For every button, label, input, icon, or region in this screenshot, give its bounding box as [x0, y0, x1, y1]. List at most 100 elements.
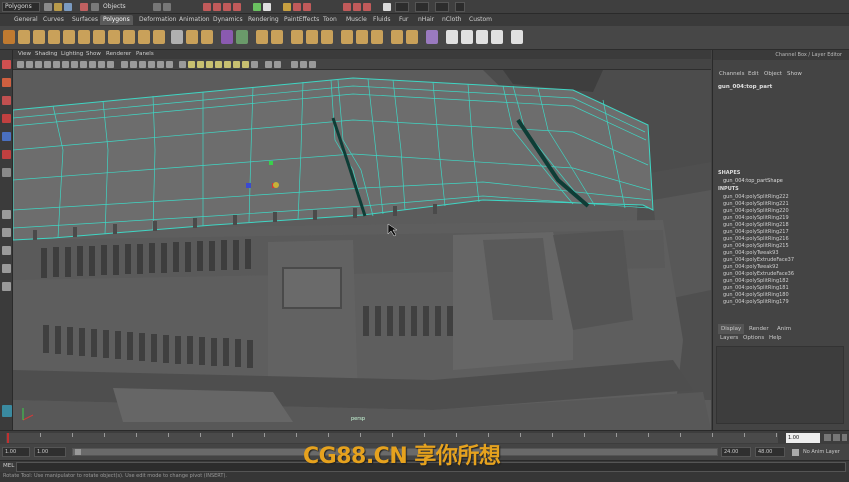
uv-checker-icon[interactable] [446, 30, 458, 44]
motion-blur-icon[interactable] [224, 61, 231, 68]
paint-select-tool-icon[interactable] [2, 96, 11, 105]
hypershade-icon[interactable] [283, 3, 291, 11]
render-view-icon[interactable] [263, 3, 271, 11]
safe-title-icon[interactable] [107, 61, 114, 68]
bevel-icon[interactable] [356, 30, 368, 44]
render-icon[interactable] [213, 3, 221, 11]
snap-grid-icon[interactable] [153, 3, 161, 11]
tab-muscle[interactable]: Muscle [343, 15, 370, 25]
split-polygon-icon[interactable] [306, 30, 318, 44]
show-hide-attribute-editor-icon[interactable] [383, 3, 391, 11]
insert-edge-loop-icon[interactable] [321, 30, 333, 44]
tab-ncloth[interactable]: nCloth [439, 15, 465, 25]
select-camera-icon[interactable] [17, 61, 24, 68]
input-node[interactable]: gun_004:polySplitRing219 [723, 215, 789, 221]
menu-show[interactable]: Show [86, 51, 101, 57]
poly-prism-icon[interactable] [108, 30, 120, 44]
select-by-object-icon[interactable] [91, 3, 99, 11]
poke-icon[interactable] [406, 30, 418, 44]
xray-components-icon[interactable] [197, 61, 204, 68]
anim-layer-selector[interactable]: No Anim Layer [803, 449, 840, 455]
layout-single-icon[interactable] [2, 210, 11, 219]
poly-cube-icon[interactable] [33, 30, 45, 44]
extrude-icon[interactable] [256, 30, 268, 44]
snap-curve-icon[interactable] [163, 3, 171, 11]
hud-icon[interactable] [251, 61, 258, 68]
menu-layers[interactable]: Layers [720, 335, 738, 341]
tab-nhair[interactable]: nHair [415, 15, 437, 25]
smooth-shade-icon[interactable] [130, 61, 137, 68]
append-polygon-icon[interactable] [291, 30, 303, 44]
start-time-field[interactable]: 1.00 [2, 447, 30, 457]
poly-plane-icon[interactable] [78, 30, 90, 44]
layout-four-icon[interactable] [2, 228, 11, 237]
menu-set-selector[interactable]: Polygons [2, 2, 40, 12]
3d-scene-canvas[interactable] [13, 70, 711, 430]
merge-icon[interactable] [371, 30, 383, 44]
playback-end-field[interactable]: 24.00 [721, 447, 751, 457]
new-scene-icon[interactable] [44, 3, 52, 11]
wedge-icon[interactable] [426, 30, 438, 44]
play-icon[interactable] [833, 434, 840, 441]
go-to-end-icon[interactable] [842, 434, 847, 441]
layout-outliner-icon[interactable] [2, 264, 11, 273]
poly-sphere-icon[interactable] [18, 30, 30, 44]
input-node[interactable]: gun_004:polySplitRing180 [723, 292, 789, 298]
tab-fur[interactable]: Fur [396, 15, 411, 25]
y-field[interactable] [415, 2, 429, 12]
poly-cone-icon[interactable] [63, 30, 75, 44]
depth-of-field-icon[interactable] [242, 61, 249, 68]
xray-icon[interactable] [179, 61, 186, 68]
boolean-icon[interactable] [221, 30, 233, 44]
high-quality-icon[interactable] [265, 61, 272, 68]
lasso-tool-icon[interactable] [2, 78, 11, 87]
grid-icon[interactable] [53, 61, 60, 68]
poly-pyramid-icon[interactable] [123, 30, 135, 44]
use-all-lights-icon[interactable] [157, 61, 164, 68]
menu-edit[interactable]: Edit [748, 71, 759, 77]
menu-options[interactable]: Options [743, 335, 764, 341]
z-field[interactable] [435, 2, 449, 12]
transform-icon[interactable] [343, 3, 351, 11]
input-node[interactable]: gun_004:polySplitRing222 [723, 194, 789, 200]
input-node[interactable]: gun_004:polySplitRing217 [723, 229, 789, 235]
open-scene-icon[interactable] [54, 3, 62, 11]
bookmark-icon[interactable] [35, 61, 42, 68]
playblast-icon[interactable] [300, 61, 307, 68]
input-line-icon[interactable] [293, 3, 301, 11]
isolate-select-icon[interactable] [206, 61, 213, 68]
end-time-field[interactable]: 48.00 [755, 447, 785, 457]
tab-display[interactable]: Display [718, 324, 745, 334]
current-time-marker[interactable] [7, 433, 9, 443]
ipr-render-icon[interactable] [223, 3, 231, 11]
viewport-panel[interactable]: View Shading Lighting Show Renderer Pane… [13, 50, 711, 430]
select-by-hierarchy-icon[interactable] [80, 3, 88, 11]
input-node[interactable]: gun_004:polySplitRing179 [723, 299, 789, 305]
poly-pipe-icon[interactable] [138, 30, 150, 44]
wireframe-on-shaded-icon[interactable] [139, 61, 146, 68]
rename-icon[interactable] [303, 3, 311, 11]
viewport2-icon[interactable] [274, 61, 281, 68]
input-node[interactable]: gun_004:polyTweak92 [723, 264, 779, 270]
field-chart-icon[interactable] [89, 61, 96, 68]
input-node[interactable]: gun_004:polySplitRing220 [723, 208, 789, 214]
construction-history-icon[interactable] [253, 3, 261, 11]
shelf-menu-icon[interactable] [3, 30, 15, 44]
menu-shading[interactable]: Shading [35, 51, 57, 57]
antialiasing-icon[interactable] [233, 61, 240, 68]
absolute-icon[interactable] [353, 3, 361, 11]
input-node[interactable]: gun_004:polySplitRing215 [723, 243, 789, 249]
safe-action-icon[interactable] [98, 61, 105, 68]
screen-space-ao-icon[interactable] [215, 61, 222, 68]
cylindrical-map-icon[interactable] [476, 30, 488, 44]
scale-tool-icon[interactable] [2, 150, 11, 159]
target-weld-icon[interactable] [391, 30, 403, 44]
shadows-icon[interactable] [166, 61, 173, 68]
move-tool-icon[interactable] [2, 114, 11, 123]
menu-channels[interactable]: Channels [719, 71, 744, 77]
x-field[interactable] [395, 2, 409, 12]
shape-node[interactable]: gun_004:top_partShape [723, 178, 783, 184]
current-time-field[interactable]: 1.00 [786, 433, 820, 443]
tab-anim[interactable]: Anim [774, 324, 794, 334]
tab-dynamics[interactable]: Dynamics [210, 15, 246, 25]
